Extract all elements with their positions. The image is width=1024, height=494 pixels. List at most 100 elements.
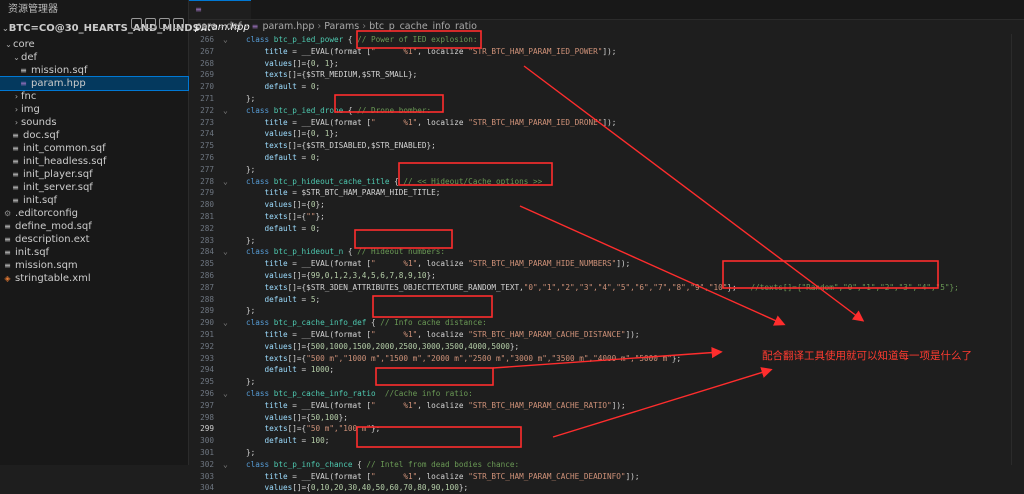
code-text: default = 0; xyxy=(264,223,321,233)
code-text: values[]={0,10,20,30,40,50,60,70,80,90,1… xyxy=(264,483,469,493)
code-line[interactable]: 286 values[]={99,0,1,2,3,4,5,6,7,8,9,10}… xyxy=(189,270,1024,282)
code-text: title = __EVAL(format [" %1", localize "… xyxy=(264,471,640,481)
fold-chevron-icon[interactable]: ⌄ xyxy=(223,105,228,117)
code-line[interactable]: 275 texts[]={$STR_DISABLED,$STR_ENABLED}… xyxy=(189,140,1024,152)
fold-chevron-icon[interactable]: ⌄ xyxy=(223,34,228,46)
explorer-title: 资源管理器 xyxy=(8,4,58,15)
new-folder-icon[interactable] xyxy=(145,18,156,29)
tree-item[interactable]: ≡ init_player.sqf xyxy=(0,168,188,181)
code-line[interactable]: 285 title = __EVAL(format [" %1", locali… xyxy=(189,258,1024,270)
tree-item[interactable]: ◈ stringtable.xml xyxy=(0,272,188,285)
code-line[interactable]: 280 values[]={0}; xyxy=(189,199,1024,211)
code-line[interactable]: 282 default = 0; xyxy=(189,223,1024,235)
breadcrumb-item[interactable]: core xyxy=(196,21,217,32)
code-line[interactable]: 299 texts[]={"50 m","100 m"}; xyxy=(189,423,1024,435)
tree-item[interactable]: ≡ init_common.sqf xyxy=(0,142,188,155)
tree-item[interactable]: ≡ init_server.sqf xyxy=(0,181,188,194)
line-number: 303 xyxy=(200,471,214,481)
code-line[interactable]: 271}; xyxy=(189,93,1024,105)
collapse-all-icon[interactable] xyxy=(173,18,184,29)
chevron-right-icon: › xyxy=(14,118,19,127)
fold-chevron-icon[interactable]: ⌄ xyxy=(223,388,228,400)
code-line[interactable]: 276 default = 0; xyxy=(189,152,1024,164)
tree-item[interactable]: ≡ init.sqf xyxy=(0,194,188,207)
tree-item[interactable]: › sounds xyxy=(0,116,188,129)
tree-item-label: init.sqf xyxy=(23,195,58,206)
code-line[interactable]: 300 default = 100; xyxy=(189,435,1024,447)
fold-chevron-icon[interactable]: ⌄ xyxy=(223,176,228,188)
code-line[interactable]: 266 ⌄ class btc_p_ied_power { // Power of … xyxy=(189,34,1024,46)
tree-item[interactable]: ≡ doc.sqf xyxy=(0,129,188,142)
line-number: 292 xyxy=(200,341,214,351)
code-line[interactable]: 273 title = __EVAL(format [" %1", locali… xyxy=(189,117,1024,129)
code-line[interactable]: 290 ⌄ class btc_p_cache_info_def { // Info… xyxy=(189,317,1024,329)
breadcrumb: core › def › ≡ param.hpp › Params › btc_p_cache_i… xyxy=(189,20,1024,34)
tab-param-hpp[interactable]: ≡ param.hpp xyxy=(189,0,251,33)
code-line[interactable]: 268 values[]={0, 1}; xyxy=(189,58,1024,70)
tree-item[interactable]: ≡ param.hpp xyxy=(0,76,189,91)
tree-item[interactable]: ≡ init.sqf xyxy=(0,246,188,259)
code-text: default = 1000; xyxy=(264,365,334,375)
breadcrumb-item[interactable]: btc_p_cache_info_ratio xyxy=(369,21,477,32)
line-number: 291 xyxy=(200,330,214,339)
tree-item[interactable]: › img xyxy=(0,103,188,116)
tree-item[interactable]: ≡ description.ext xyxy=(0,233,188,246)
code-line[interactable]: 278 ⌄ class btc_p_hideout_cache_title { //… xyxy=(189,176,1024,188)
line-number: 299 xyxy=(200,424,214,434)
tree-item-label: init_server.sqf xyxy=(23,182,93,193)
code-text: }; xyxy=(246,235,256,245)
tree-item[interactable]: ≡ mission.sqm xyxy=(0,259,188,272)
code-line[interactable]: 274 values[]={0, 1}; xyxy=(189,128,1024,140)
code-line[interactable]: 277}; xyxy=(189,164,1024,176)
tree-item-label: def xyxy=(21,52,38,63)
file-icon: ≡ xyxy=(12,170,19,179)
refresh-icon[interactable] xyxy=(159,18,170,29)
chevron-down-icon: ⌄ xyxy=(5,40,12,49)
code-line[interactable]: 289}; xyxy=(189,305,1024,317)
code-line[interactable]: 295}; xyxy=(189,376,1024,388)
fold-chevron-icon[interactable]: ⌄ xyxy=(223,246,228,258)
code-line[interactable]: 304 values[]={0,10,20,30,40,50,60,70,80,… xyxy=(189,482,1024,494)
code-line[interactable]: 303 title = __EVAL(format [" %1", locali… xyxy=(189,471,1024,483)
code-line[interactable]: 283}; xyxy=(189,235,1024,247)
breadcrumb-item[interactable]: Params xyxy=(324,21,359,32)
code-line[interactable]: 297 title = __EVAL(format [" %1", locali… xyxy=(189,400,1024,412)
tree-item[interactable]: ⌄ core xyxy=(0,38,188,51)
chevron-right-icon: › xyxy=(244,21,249,32)
editor-scrollbar[interactable] xyxy=(1011,34,1024,465)
code-line[interactable]: 296 ⌄ class btc_p_cache_info_ratio //Cache… xyxy=(189,388,1024,400)
line-number: 268 xyxy=(200,58,214,68)
file-icon: ≡ xyxy=(12,144,19,153)
new-file-icon[interactable] xyxy=(131,18,142,29)
code-line[interactable]: 298 values[]={50,100}; xyxy=(189,412,1024,424)
tree-item[interactable]: ≡ init_headless.sqf xyxy=(0,155,188,168)
breadcrumb-item[interactable]: def xyxy=(226,21,241,32)
code-line[interactable]: 279 title = $STR_BTC_HAM_PARAM_HIDE_TITL… xyxy=(189,187,1024,199)
code-line[interactable]: 301}; xyxy=(189,447,1024,459)
code-line[interactable]: 270 default = 0; xyxy=(189,81,1024,93)
tree-item[interactable]: › fnc xyxy=(0,90,188,103)
code-line[interactable]: 269 texts[]={$STR_MEDIUM,$STR_SMALL}; xyxy=(189,69,1024,81)
line-number: 270 xyxy=(200,82,214,92)
code-text: texts[]={$STR_DISABLED,$STR_ENABLED}; xyxy=(264,141,436,151)
tree-item[interactable]: ≡ mission.sqf xyxy=(0,64,188,77)
tree-item[interactable]: ⚙ .editorconfig xyxy=(0,207,188,220)
fold-chevron-icon[interactable]: ⌄ xyxy=(223,317,228,329)
tree-item[interactable]: ⌄ def xyxy=(0,51,188,64)
code-editor[interactable]: 266 ⌄ class btc_p_ied_power { // Power of … xyxy=(189,34,1024,492)
file-icon: ≡ xyxy=(20,66,27,75)
breadcrumb-item[interactable]: param.hpp xyxy=(262,21,314,32)
code-text: class btc_p_hideout_cache_title { // << … xyxy=(246,176,543,186)
code-line[interactable]: 284 ⌄ class btc_p_hideout_n { // Hideout n… xyxy=(189,246,1024,258)
code-line[interactable]: 294 default = 1000; xyxy=(189,364,1024,376)
code-line[interactable]: 272 ⌄ class btc_p_ied_drone { // Drone bom… xyxy=(189,105,1024,117)
code-line[interactable]: 287 texts[]={$STR_3DEN_ATTRIBUTES_OBJECT… xyxy=(189,282,1024,294)
code-line[interactable]: 281 texts[]={""}; xyxy=(189,211,1024,223)
code-line[interactable]: 291 title = __EVAL(format [" %1", locali… xyxy=(189,329,1024,341)
code-line[interactable]: 288 default = 5; xyxy=(189,294,1024,306)
line-number: 278 xyxy=(200,176,214,186)
chevron-down-icon: ⌄ xyxy=(2,24,9,33)
tree-item[interactable]: ≡ define_mod.sqf xyxy=(0,220,188,233)
code-line[interactable]: 267 title = __EVAL(format [" %1", locali… xyxy=(189,46,1024,58)
gear-icon: ⚙ xyxy=(4,209,12,218)
